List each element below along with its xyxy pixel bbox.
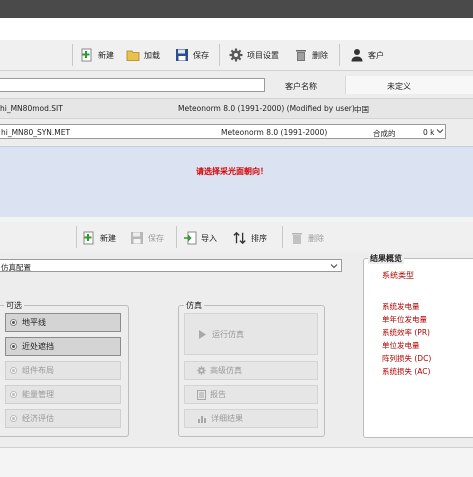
result-system-losses: 系统损失 (AC)	[382, 367, 431, 376]
radio-icon	[10, 343, 17, 350]
sort-variants-button[interactable]: 排序	[233, 228, 267, 248]
project-settings-button[interactable]: 项目设置	[229, 45, 279, 65]
radio-icon	[10, 319, 17, 326]
delete-project-label: 删除	[312, 50, 328, 60]
module-layout-option[interactable]: 组件布局	[5, 361, 121, 380]
variant-toolbar: 新建 保存 导入 排序 删除	[0, 222, 473, 252]
result-unit-energy: 单位发电量	[382, 341, 420, 350]
top-toolbar: 新建 加载 保存 项目设置 删除 客户	[0, 40, 473, 71]
meteo-file-select[interactable]: hi_MN80_SYN.MET Meteonorm 8.0 (1991-2000…	[0, 124, 446, 139]
result-specific-energy: 单年位发电量	[382, 315, 427, 324]
play-icon	[198, 329, 207, 340]
horizon-option-label: 地平线	[22, 318, 46, 327]
result-performance-ratio: 系统效率 (PR)	[382, 328, 430, 337]
report-label: 报告	[210, 390, 226, 399]
result-array-losses: 阵列损失 (DC)	[382, 354, 432, 363]
save-project-label: 保存	[193, 50, 209, 60]
simulation-panel-title: 仿真	[184, 300, 204, 311]
variant-select[interactable]: 仿真配置	[0, 259, 342, 272]
trash-icon	[290, 231, 304, 245]
chevron-down-icon	[330, 262, 338, 272]
site-country: 中国	[354, 105, 369, 114]
load-project-label: 加载	[144, 50, 160, 60]
orientation-warning-banner: 请选择采光面朝向！	[0, 146, 473, 218]
meteo-source: Meteonorm 8.0 (1991-2000)	[221, 128, 328, 137]
customer-name-label: 客户名称	[285, 82, 317, 91]
run-simulation-label: 运行仿真	[212, 329, 244, 339]
sort-variants-label: 排序	[251, 233, 267, 243]
save-project-button[interactable]: 保存	[175, 45, 209, 65]
report-button[interactable]: 报告	[184, 385, 318, 404]
person-icon	[350, 48, 364, 62]
import-variant-button[interactable]: 导入	[183, 228, 217, 248]
near-shading-option-label: 近处遮挡	[22, 342, 54, 351]
delete-variant-label: 删除	[308, 233, 324, 243]
meteo-file-name: hi_MN80_SYN.MET	[1, 128, 71, 137]
folder-open-icon	[126, 48, 140, 62]
gear-icon	[229, 48, 243, 62]
gear-icon	[197, 366, 206, 375]
economic-evaluation-option[interactable]: 经济评估	[5, 409, 121, 428]
report-icon	[197, 389, 206, 400]
new-project-label: 新建	[98, 50, 114, 60]
horizon-option[interactable]: 地平线	[5, 313, 121, 332]
new-file-icon	[82, 231, 96, 245]
energy-management-option[interactable]: 能量管理	[5, 385, 121, 404]
advanced-simulation-button[interactable]: 高级仿真	[184, 361, 318, 380]
sort-arrows-icon	[233, 231, 247, 245]
site-source: Meteonorm 8.0 (1991-2000) (Modified by u…	[178, 104, 355, 113]
energy-management-option-label: 能量管理	[22, 390, 54, 399]
floppy-disk-icon	[175, 48, 189, 62]
new-project-button[interactable]: 新建	[80, 45, 114, 65]
delete-variant-button[interactable]: 删除	[290, 228, 324, 248]
result-system-energy: 系统发电量	[382, 302, 420, 311]
window-top-border	[0, 18, 473, 40]
meteo-type: 合成的	[373, 129, 396, 138]
optional-panel-title: 可选	[4, 300, 24, 311]
advanced-simulation-label: 高级仿真	[210, 366, 242, 375]
radio-icon	[10, 367, 17, 374]
meteo-distance: 0 k	[423, 128, 435, 137]
near-shading-option[interactable]: 近处遮挡	[5, 337, 121, 356]
new-variant-label: 新建	[100, 233, 116, 243]
customer-name-value: 未定义	[387, 82, 411, 91]
orientation-warning-text: 请选择采光面朝向！	[196, 167, 268, 176]
project-name-input[interactable]	[0, 78, 265, 92]
site-file-name: hi_MN80mod.SIT	[0, 104, 63, 113]
detailed-results-label: 详细结果	[211, 414, 243, 423]
results-overview-panel: 结果概览 系统类型 系统发电量 单年位发电量 系统效率 (PR) 单位发电量 阵…	[363, 253, 473, 438]
save-variant-label: 保存	[148, 233, 164, 243]
save-variant-button[interactable]: 保存	[130, 228, 164, 248]
results-overview-title: 结果概览	[368, 253, 404, 264]
chevron-down-icon	[436, 127, 444, 137]
variant-select-value: 仿真配置	[1, 263, 31, 272]
customer-label: 客户	[368, 50, 384, 60]
run-simulation-button[interactable]: 运行仿真	[184, 313, 318, 355]
project-settings-label: 项目设置	[247, 50, 279, 60]
delete-project-button[interactable]: 删除	[294, 45, 328, 65]
new-variant-button[interactable]: 新建	[82, 228, 116, 248]
floppy-disk-icon	[130, 231, 144, 245]
economic-evaluation-option-label: 经济评估	[22, 414, 54, 423]
site-row[interactable]: hi_MN80mod.SIT Meteonorm 8.0 (1991-2000)…	[0, 98, 473, 119]
system-type-label: 系统类型	[382, 271, 414, 280]
radio-icon	[10, 415, 17, 422]
import-icon	[183, 231, 197, 245]
status-bar	[0, 448, 473, 477]
import-variant-label: 导入	[201, 233, 217, 243]
module-layout-option-label: 组件布局	[22, 366, 54, 375]
trash-icon	[294, 48, 308, 62]
optional-panel: 可选 地平线 近处遮挡 组件布局 能量管理 经济评估	[0, 300, 129, 437]
radio-icon	[10, 391, 17, 398]
new-file-icon	[80, 48, 94, 62]
bar-chart-icon	[197, 414, 207, 424]
simulation-panel: 仿真 运行仿真 高级仿真 报告 详细结果	[178, 300, 325, 437]
detailed-results-button[interactable]: 详细结果	[184, 409, 318, 428]
customer-button[interactable]: 客户	[350, 45, 384, 65]
load-project-button[interactable]: 加载	[126, 45, 160, 65]
window-top-band	[0, 0, 473, 18]
